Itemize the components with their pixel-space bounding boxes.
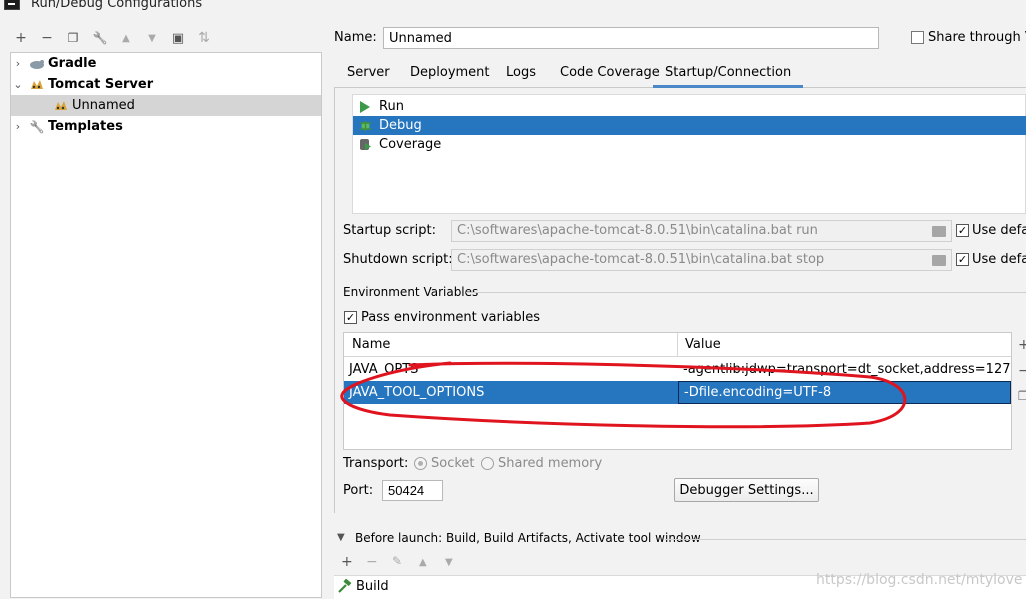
annotation-circle	[340, 361, 907, 429]
move-up-icon[interactable]: ▲	[117, 29, 135, 47]
tomcat-icon	[29, 78, 45, 92]
watermark: https://blog.csdn.net/mtylove	[816, 572, 1023, 588]
startup-default-checkbox[interactable]: ✓	[956, 224, 969, 237]
env-table-header: Name Value	[344, 333, 1011, 357]
remove-icon[interactable]: −	[38, 29, 56, 47]
tree-item-label: Unnamed	[72, 98, 135, 113]
mode-debug[interactable]: Debug	[353, 116, 1026, 135]
wrench-icon: 🔧	[29, 119, 45, 134]
socket-radio[interactable]	[414, 457, 427, 470]
use-default-label: Use default	[972, 252, 1026, 267]
build-icon	[337, 578, 352, 598]
chevron-down-icon[interactable]: ⌄	[11, 78, 25, 91]
tree-item-templates[interactable]: › 🔧 Templates	[11, 116, 321, 137]
window-title: Run/Debug Configurations	[31, 0, 203, 11]
tree-item-label: Templates	[48, 119, 123, 134]
remove-env-icon[interactable]: −	[1018, 363, 1026, 379]
name-label: Name:	[334, 30, 377, 45]
wrench-icon[interactable]: 🔧	[91, 29, 109, 47]
mode-label: Coverage	[379, 137, 442, 152]
debug-icon	[357, 118, 373, 134]
mode-label: Run	[379, 99, 404, 114]
shutdown-script-field[interactable]: C:\softwares\apache-tomcat-8.0.51\bin\ca…	[451, 249, 952, 271]
config-tabs: Server Deployment Logs Code Coverage Sta…	[334, 58, 1026, 88]
column-divider	[677, 333, 678, 357]
mode-label: Debug	[379, 118, 422, 133]
tomcat-icon	[53, 99, 69, 113]
startup-script-label: Startup script:	[343, 223, 436, 238]
add-icon[interactable]: +	[12, 29, 30, 47]
mode-list: Run Debug Coverage	[352, 94, 1026, 214]
startup-script-field[interactable]: C:\softwares\apache-tomcat-8.0.51\bin\ca…	[451, 220, 952, 242]
tree-item-label: Gradle	[48, 56, 97, 71]
debugger-settings-button[interactable]: Debugger Settings...	[674, 478, 819, 502]
copy-env-icon[interactable]: ❐	[1018, 389, 1026, 403]
shared-memory-label: Shared memory	[498, 456, 603, 471]
before-launch-separator	[665, 539, 1026, 540]
transport-label: Transport:	[343, 456, 409, 471]
tab-startup-connection[interactable]: Startup/Connection	[653, 58, 804, 88]
pass-env-label: Pass environment variables	[361, 310, 541, 325]
config-tree: › Gradle ⌄ Tomcat Server Unnamed › 🔧 Tem…	[10, 52, 322, 598]
move-up-icon[interactable]: ▲	[419, 557, 427, 568]
env-section-label: Environment Variables	[343, 285, 479, 299]
sort-icon[interactable]: ⇅	[195, 29, 213, 47]
port-label: Port:	[343, 483, 374, 498]
tab-server[interactable]: Server	[347, 58, 390, 88]
folder-icon[interactable]: ▣	[169, 29, 187, 47]
folder-icon[interactable]	[932, 255, 946, 266]
folder-icon[interactable]	[932, 226, 946, 237]
before-launch-label: Before launch: Build, Build Artifacts, A…	[355, 531, 701, 545]
port-input[interactable]	[382, 480, 443, 501]
add-env-icon[interactable]: +	[1018, 337, 1026, 353]
tree-item-tomcat[interactable]: ⌄ Tomcat Server	[11, 74, 321, 95]
use-default-label: Use default	[972, 223, 1026, 238]
name-input[interactable]	[383, 27, 879, 49]
shutdown-default-checkbox[interactable]: ✓	[956, 253, 969, 266]
tab-code-coverage[interactable]: Code Coverage	[560, 58, 660, 88]
run-icon	[357, 99, 373, 115]
mode-coverage[interactable]: Coverage	[353, 135, 1026, 154]
chevron-down-icon[interactable]: ▼	[337, 532, 345, 543]
coverage-icon	[357, 137, 373, 153]
edit-task-icon[interactable]: ✎	[392, 554, 402, 568]
copy-icon[interactable]: ❐	[64, 29, 82, 47]
col-name-header[interactable]: Name	[347, 333, 677, 356]
share-label: Share through VCS	[928, 30, 1026, 45]
tree-item-label: Tomcat Server	[48, 77, 154, 92]
chevron-right-icon[interactable]: ›	[11, 120, 25, 133]
chevron-right-icon[interactable]: ›	[11, 57, 25, 70]
shutdown-script-label: Shutdown script:	[343, 252, 453, 267]
tab-deployment[interactable]: Deployment	[410, 58, 490, 88]
move-down-icon[interactable]: ▼	[143, 29, 161, 47]
shared-memory-radio[interactable]	[481, 457, 494, 470]
app-icon	[4, 0, 20, 10]
build-task-label[interactable]: Build	[356, 579, 389, 594]
tree-item-gradle[interactable]: › Gradle	[11, 53, 321, 74]
pass-env-checkbox[interactable]: ✓	[344, 311, 357, 324]
tab-logs[interactable]: Logs	[506, 58, 536, 88]
gradle-icon	[29, 57, 45, 71]
add-task-icon[interactable]: +	[341, 554, 353, 570]
share-checkbox[interactable]	[911, 31, 924, 44]
remove-task-icon[interactable]: −	[366, 554, 378, 570]
env-separator	[466, 292, 1026, 293]
tree-item-unnamed[interactable]: Unnamed	[11, 95, 321, 116]
mode-run[interactable]: Run	[353, 97, 1026, 116]
col-value-header[interactable]: Value	[680, 333, 1010, 356]
move-down-icon[interactable]: ▼	[445, 557, 453, 568]
socket-label: Socket	[431, 456, 475, 471]
